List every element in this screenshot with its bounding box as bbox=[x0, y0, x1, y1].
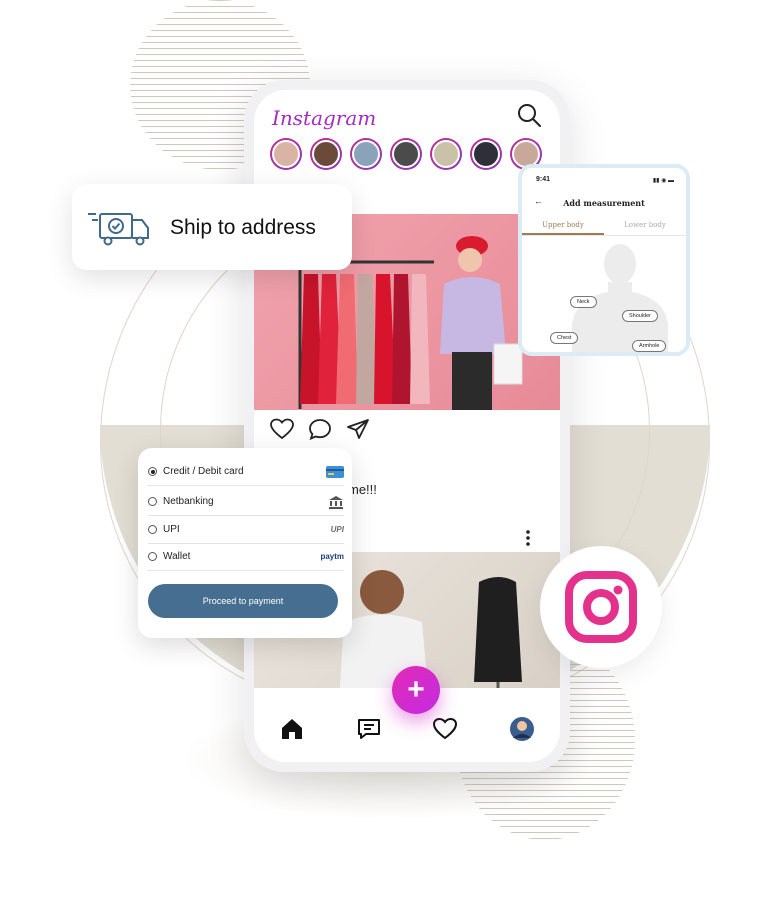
radio-unselected[interactable] bbox=[148, 552, 157, 561]
status-icons: ▮▮ ◉ ▬ bbox=[652, 178, 674, 184]
app-logo: Instagram bbox=[272, 106, 377, 130]
share-icon[interactable] bbox=[346, 418, 370, 440]
delivery-truck-icon bbox=[88, 213, 149, 246]
ship-label: Ship to address bbox=[170, 216, 316, 239]
instagram-icon bbox=[565, 571, 637, 643]
proceed-to-payment-button[interactable]: Proceed to payment bbox=[148, 584, 338, 618]
story-avatar[interactable] bbox=[310, 138, 342, 170]
ship-to-address-card[interactable]: Ship to address bbox=[72, 184, 352, 270]
measurement-card: 9:41 ▮▮ ◉ ▬ ← Add measurement Upper body… bbox=[518, 164, 690, 356]
instagram-badge bbox=[540, 546, 662, 668]
payment-option-label: Wallet bbox=[163, 551, 191, 562]
radio-unselected[interactable] bbox=[148, 497, 157, 506]
like-icon[interactable] bbox=[270, 418, 294, 440]
chip-armhole[interactable]: Armhole bbox=[632, 340, 667, 352]
radio-selected[interactable] bbox=[148, 467, 157, 476]
measurement-tabs: Upper body Lower body bbox=[522, 214, 686, 236]
comment-icon[interactable] bbox=[308, 418, 332, 440]
bank-icon bbox=[329, 495, 343, 509]
post-caption: me!!! bbox=[348, 482, 377, 497]
favorites-icon[interactable] bbox=[432, 716, 458, 742]
measurement-title: Add measurement bbox=[563, 198, 645, 208]
payment-option-wallet[interactable]: Wallet paytm bbox=[148, 543, 344, 571]
post-actions bbox=[270, 418, 370, 440]
more-options-icon[interactable] bbox=[526, 530, 530, 546]
messages-icon[interactable] bbox=[356, 716, 382, 742]
payment-option-label: Netbanking bbox=[163, 496, 214, 507]
search-icon[interactable] bbox=[516, 102, 542, 128]
home-icon[interactable] bbox=[279, 716, 305, 742]
story-avatar[interactable] bbox=[390, 138, 422, 170]
model-illustration bbox=[440, 236, 523, 410]
paytm-logo: paytm bbox=[320, 552, 344, 561]
add-post-button[interactable]: + bbox=[392, 666, 440, 714]
chip-neck[interactable]: Neck bbox=[570, 296, 597, 308]
payment-option-upi[interactable]: UPI UPI bbox=[148, 516, 344, 544]
payment-options-card: Credit / Debit card Netbanking UPI UPI W… bbox=[138, 448, 352, 638]
profile-avatar[interactable] bbox=[509, 716, 535, 742]
status-time: 9:41 bbox=[536, 176, 551, 183]
story-avatar[interactable] bbox=[470, 138, 502, 170]
upi-logo: UPI bbox=[330, 525, 344, 534]
payment-option-netbanking[interactable]: Netbanking bbox=[148, 488, 344, 516]
stories-row bbox=[270, 138, 542, 170]
payment-option-card[interactable]: Credit / Debit card bbox=[148, 458, 344, 486]
payment-option-label: UPI bbox=[163, 524, 180, 535]
radio-unselected[interactable] bbox=[148, 525, 157, 534]
chip-shoulder[interactable]: Shoulder bbox=[622, 310, 659, 322]
tab-lower-body[interactable]: Lower body bbox=[604, 214, 686, 235]
story-avatar[interactable] bbox=[430, 138, 462, 170]
story-avatar[interactable] bbox=[270, 138, 302, 170]
chip-chest[interactable]: Chest bbox=[550, 332, 579, 344]
card-icon bbox=[326, 465, 344, 478]
tab-upper-body[interactable]: Upper body bbox=[522, 214, 604, 235]
payment-option-label: Credit / Debit card bbox=[163, 466, 244, 477]
clothes-rack-illustration bbox=[294, 260, 434, 409]
story-avatar[interactable] bbox=[350, 138, 382, 170]
